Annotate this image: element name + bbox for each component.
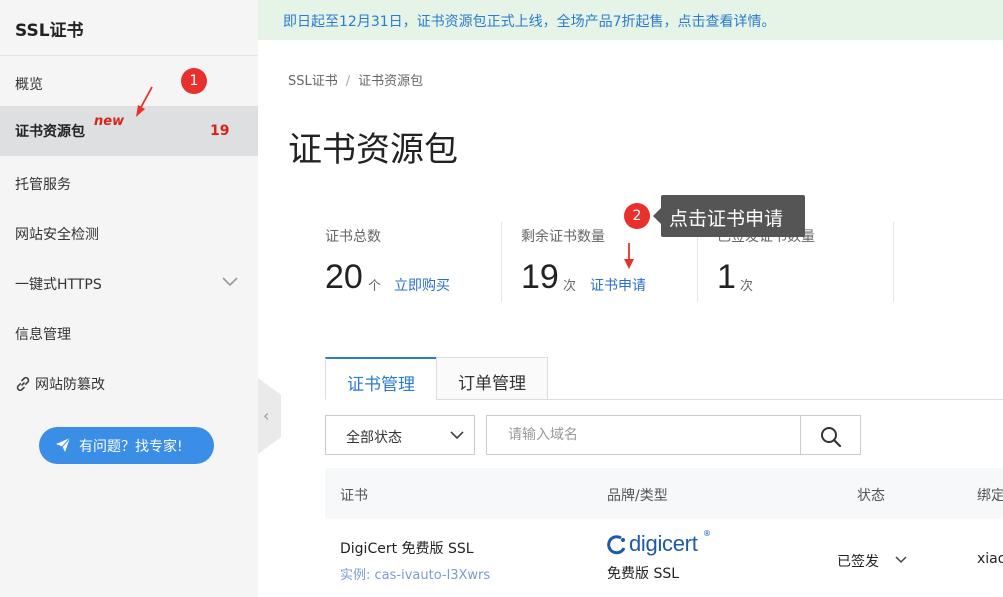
cert-type: 免费版 SSL — [607, 566, 680, 582]
stat-divider — [501, 222, 502, 302]
chevron-down-icon[interactable] — [222, 277, 238, 287]
column-header-cert: 证书 — [340, 488, 368, 504]
cert-status[interactable]: 已签发 — [837, 551, 879, 571]
search-icon — [821, 427, 842, 448]
chevron-down-icon[interactable] — [895, 556, 907, 564]
digicert-logo-icon — [607, 535, 626, 555]
annotation-tooltip-text: 点击证书申请 — [669, 208, 784, 230]
promo-banner-text[interactable]: 即日起至12月31日，证书资源包正式上线，全场产品7折起售，点击查看详情。 — [283, 11, 776, 31]
paper-plane-icon — [56, 437, 71, 452]
breadcrumb: SSL证书 / 证书资源包 — [288, 70, 423, 89]
stat-divider — [893, 222, 894, 302]
sidebar-item-label: 托管服务 — [15, 177, 71, 193]
column-header-status: 状态 — [857, 488, 885, 504]
sidebar-item-hosting[interactable]: 托管服务 — [0, 159, 258, 209]
stat-value: 1 — [717, 258, 736, 296]
stat-unit: 次 — [563, 279, 577, 294]
sidebar-item-tamper[interactable]: 网站防篡改 — [0, 359, 258, 409]
sidebar-item-security-scan[interactable]: 网站安全检测 — [0, 209, 258, 259]
sidebar-item-label: 网站安全检测 — [15, 227, 99, 243]
ask-expert-button[interactable]: 有问题？找专家! — [39, 427, 214, 464]
sidebar: SSL证书 概览 证书资源包 new 19 托管服务 网站安全检测 一键式HTT… — [0, 0, 258, 597]
stat-value: 20 — [325, 258, 363, 296]
search-button[interactable] — [800, 415, 861, 455]
sidebar-item-https[interactable]: 一键式HTTPS — [0, 259, 258, 309]
sidebar-item-label: 证书资源包 — [15, 124, 85, 140]
digicert-logo: digicert ® — [607, 529, 711, 557]
chevron-down-icon — [450, 431, 464, 440]
ask-expert-label: 有问题？找专家! — [79, 439, 183, 455]
annotation-badge-1: 1 — [181, 68, 207, 94]
link-icon — [16, 376, 30, 392]
sidebar-collapse-toggle[interactable]: ‹ — [258, 378, 281, 454]
sidebar-item-label: 概览 — [15, 77, 43, 93]
page-title: 证书资源包 — [288, 130, 458, 170]
annotation-badge-2: 2 — [624, 203, 650, 229]
remaining-count: 19 — [210, 123, 230, 139]
sidebar-item-overview[interactable]: 概览 — [0, 59, 258, 109]
sidebar-item-label: 一键式HTTPS — [15, 277, 102, 293]
status-filter-value: 全部状态 — [346, 430, 402, 446]
stat-label: 剩余证书数量 — [521, 229, 605, 245]
apply-cert-link[interactable]: 证书申请 — [590, 275, 646, 295]
stat-unit: 个 — [368, 279, 382, 294]
stat-value: 19 — [521, 258, 559, 296]
cert-instance-link[interactable]: 实例: cas-ivauto-l3Xwrs — [340, 564, 490, 583]
sidebar-item-cert-package[interactable]: 证书资源包 new 19 — [0, 106, 258, 156]
stat-unit: 次 — [740, 279, 754, 294]
table-header: 证书 品牌/类型 状态 绑定 — [325, 468, 1003, 519]
stat-total-certs: 证书总数 20 个 立即购买 — [325, 222, 495, 302]
stat-label: 证书总数 — [325, 229, 381, 245]
annotation-arrow-1 — [136, 86, 153, 117]
sidebar-item-info[interactable]: 信息管理 — [0, 309, 258, 359]
promo-banner[interactable]: 即日起至12月31日，证书资源包正式上线，全场产品7折起售，点击查看详情。 — [258, 0, 1003, 40]
column-header-bind: 绑定 — [977, 488, 1003, 504]
table-row: DigiCert 免费版 SSL 实例: cas-ivauto-l3Xwrs d… — [325, 519, 1003, 597]
annotation-arrow-2 — [624, 243, 634, 269]
new-tag: new — [94, 114, 125, 129]
sidebar-divider — [0, 55, 258, 56]
breadcrumb-separator: / — [345, 74, 351, 89]
breadcrumb-item-ssl[interactable]: SSL证书 — [288, 74, 338, 89]
tab-order-management[interactable]: 订单管理 — [436, 357, 548, 400]
cert-name: DigiCert 免费版 SSL — [340, 541, 474, 557]
annotation-tooltip: 点击证书申请 — [653, 195, 805, 237]
breadcrumb-item-current: 证书资源包 — [358, 74, 424, 89]
cert-bind-domain: xiao — [977, 551, 1003, 567]
domain-search-input[interactable] — [486, 415, 800, 455]
tab-cert-management[interactable]: 证书管理 — [325, 357, 437, 400]
sidebar-title: SSL证书 — [15, 21, 84, 41]
sidebar-item-label: 信息管理 — [15, 327, 71, 343]
column-header-brand: 品牌/类型 — [607, 488, 668, 504]
digicert-logo-text: digicert — [629, 531, 698, 556]
buy-now-link[interactable]: 立即购买 — [394, 275, 450, 295]
status-filter-select[interactable]: 全部状态 — [325, 415, 475, 455]
tab-label: 证书管理 — [347, 375, 415, 395]
tab-label: 订单管理 — [458, 374, 526, 394]
chevron-left-icon: ‹ — [263, 406, 270, 425]
registered-mark: ® — [703, 529, 711, 538]
sidebar-item-label: 网站防篡改 — [35, 377, 105, 393]
